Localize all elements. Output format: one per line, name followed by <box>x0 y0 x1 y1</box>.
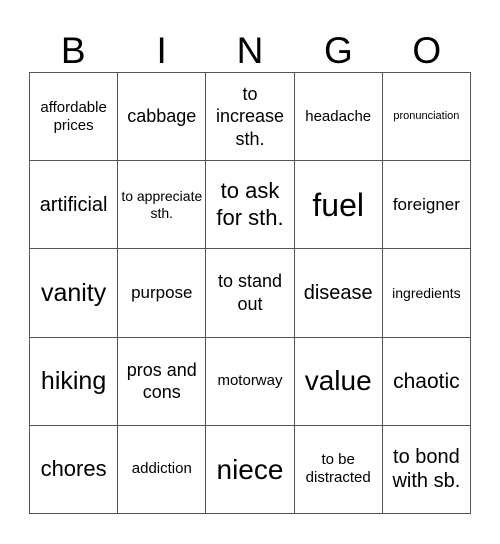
bingo-cell[interactable]: headache <box>294 73 383 162</box>
bingo-cell[interactable]: artificial <box>30 161 119 250</box>
bingo-cell[interactable]: affordable prices <box>30 73 119 162</box>
bingo-cell[interactable]: disease <box>294 249 383 338</box>
bingo-cell[interactable]: addiction <box>118 425 207 514</box>
bingo-cell[interactable]: pronunciation <box>382 73 471 162</box>
bingo-cell[interactable]: motorway <box>206 337 295 426</box>
header-letter-g: G <box>324 29 353 71</box>
bingo-cell[interactable]: purpose <box>118 249 207 338</box>
bingo-cell[interactable]: to increase sth. <box>206 73 295 162</box>
bingo-cell[interactable]: to stand out <box>206 249 295 338</box>
bingo-cell[interactable]: cabbage <box>118 73 207 162</box>
bingo-cell[interactable]: niece <box>206 425 295 514</box>
header-letter-b: B <box>60 29 86 71</box>
bingo-cell[interactable]: hiking <box>30 337 119 426</box>
bingo-cell[interactable]: pros and cons <box>118 337 207 426</box>
bingo-cell[interactable]: to bond with sb. <box>382 425 471 514</box>
bingo-grid: affordable prices cabbage to increase st… <box>29 72 471 514</box>
bingo-cell[interactable]: ingredients <box>382 249 471 338</box>
bingo-cell[interactable]: to be distracted <box>294 425 383 514</box>
header-letter-i: I <box>156 29 167 71</box>
bingo-cell[interactable]: value <box>294 337 383 426</box>
bingo-cell[interactable]: to ask for sth. <box>206 161 295 250</box>
bingo-cell[interactable]: chaotic <box>382 337 471 426</box>
bingo-cell[interactable]: vanity <box>30 249 119 338</box>
bingo-cell[interactable]: foreigner <box>382 161 471 250</box>
bingo-header: B I N G O <box>29 28 471 72</box>
header-letter-o: O <box>412 29 442 71</box>
bingo-cell[interactable]: fuel <box>294 161 383 250</box>
bingo-cell[interactable]: to appreciate sth. <box>118 161 207 250</box>
header-letter-n: N <box>236 29 264 71</box>
bingo-cell[interactable]: chores <box>30 425 119 514</box>
